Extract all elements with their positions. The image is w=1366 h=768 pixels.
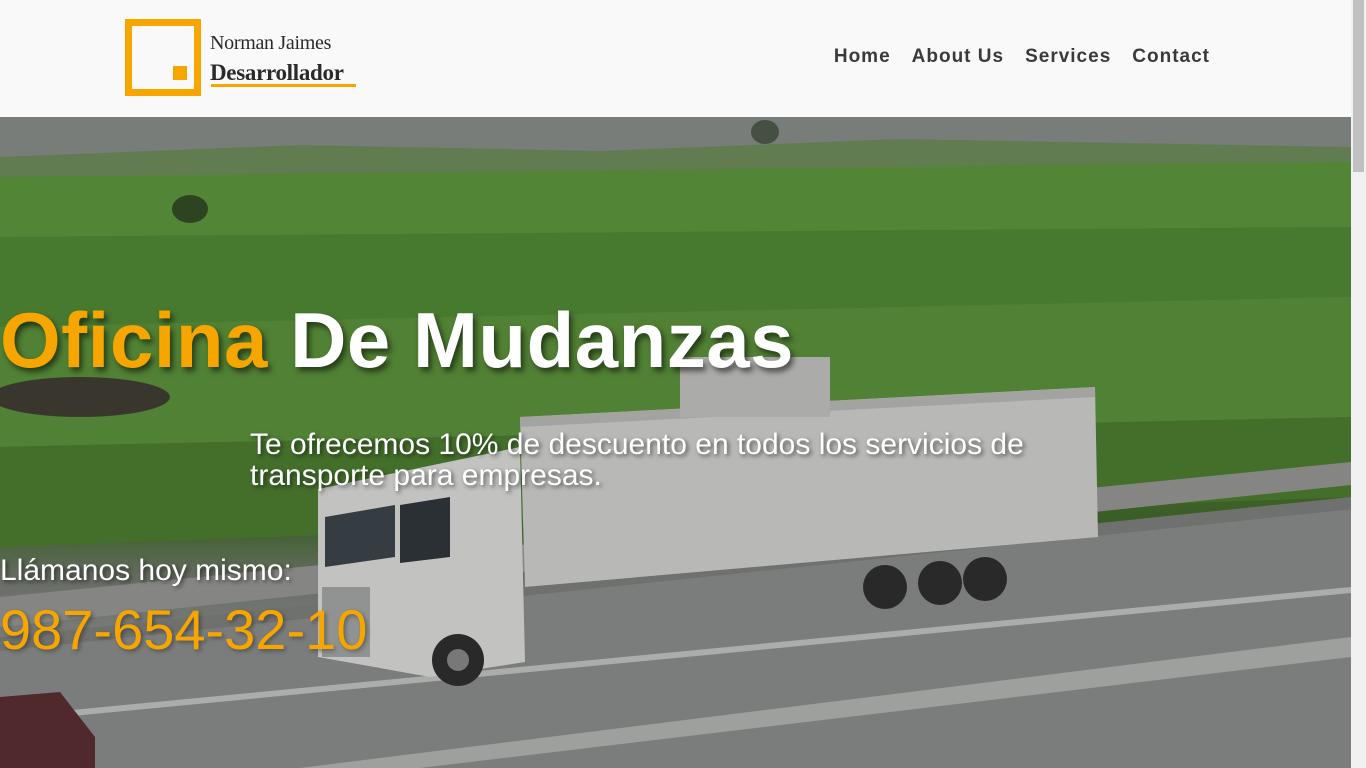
page-scrollbar[interactable]	[1351, 0, 1366, 768]
brand-logo[interactable]: Norman Jaimes Desarrollador	[125, 19, 365, 99]
page: Norman Jaimes Desarrollador Home About U…	[0, 0, 1366, 768]
hero-section: Oficina De Mudanzas Te ofrecemos 10% de …	[0, 117, 1351, 768]
scrollbar-thumb[interactable]	[1353, 0, 1364, 172]
nav-contact[interactable]: Contact	[1132, 45, 1210, 69]
hero-title: Oficina De Mudanzas	[0, 295, 1351, 385]
hero-subtitle: Te ofrecemos 10% de descuento en todos l…	[250, 428, 1024, 492]
logo-mark-icon	[125, 19, 201, 96]
nav-services[interactable]: Services	[1025, 45, 1111, 69]
brand-underline	[211, 84, 356, 87]
nav-home[interactable]: Home	[834, 45, 891, 69]
brand-name: Norman Jaimes	[210, 32, 332, 54]
hero-title-accent: Oficina	[0, 296, 268, 384]
brand-role: Desarrollador	[210, 60, 344, 85]
hero-phone-link[interactable]: 987-654-32-10	[0, 597, 1351, 663]
site-header: Norman Jaimes Desarrollador Home About U…	[0, 0, 1351, 117]
main-nav: Home About Us Services Contact	[813, 45, 1210, 69]
hero-title-rest: De Mudanzas	[290, 296, 795, 384]
hero-call-label: Llámanos hoy mismo:	[0, 554, 292, 587]
nav-about-us[interactable]: About Us	[912, 45, 1004, 69]
